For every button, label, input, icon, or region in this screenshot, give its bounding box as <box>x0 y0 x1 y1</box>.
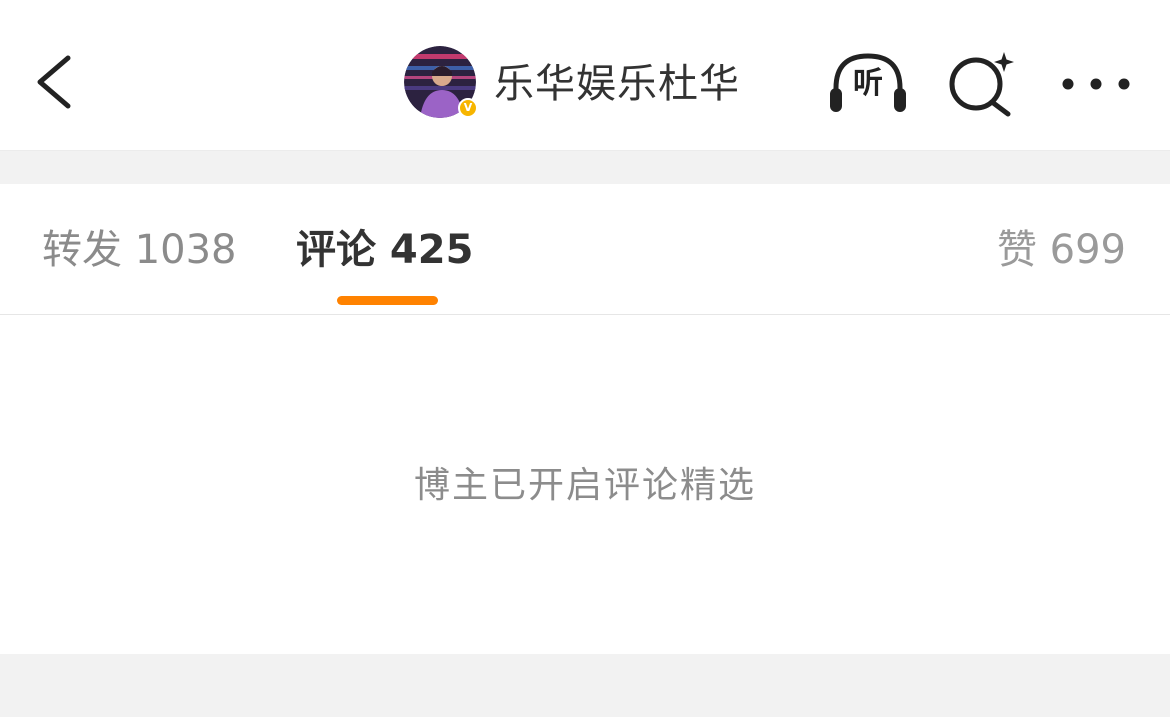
more-button[interactable] <box>1058 62 1134 106</box>
active-tab-indicator <box>337 296 438 305</box>
comments-panel: 转发 1038 评论 425 赞 699 博主已开启评论精选 <box>0 184 1170 654</box>
tab-comment[interactable]: 评论 425 <box>296 224 473 276</box>
tab-repost[interactable]: 转发 1038 <box>42 224 237 276</box>
verified-badge: V <box>458 98 478 118</box>
user-avatar[interactable]: V <box>404 46 478 120</box>
chevron-left-icon <box>37 55 71 109</box>
username-title[interactable]: 乐华娱乐杜华 <box>494 58 740 110</box>
more-dots-icon <box>1062 78 1130 90</box>
search-button[interactable] <box>944 48 1018 118</box>
back-button[interactable] <box>26 48 82 116</box>
interaction-tabs: 转发 1038 评论 425 赞 699 <box>0 184 1170 315</box>
listen-button[interactable]: 听 <box>826 48 910 118</box>
top-navigation-bar: V 乐华娱乐杜华 听 <box>0 0 1170 151</box>
tab-like[interactable]: 赞 699 <box>997 224 1126 276</box>
search-sparkle-icon <box>949 52 1014 117</box>
listen-label: 听 <box>853 66 883 101</box>
comment-selection-notice: 博主已开启评论精选 <box>413 465 756 506</box>
